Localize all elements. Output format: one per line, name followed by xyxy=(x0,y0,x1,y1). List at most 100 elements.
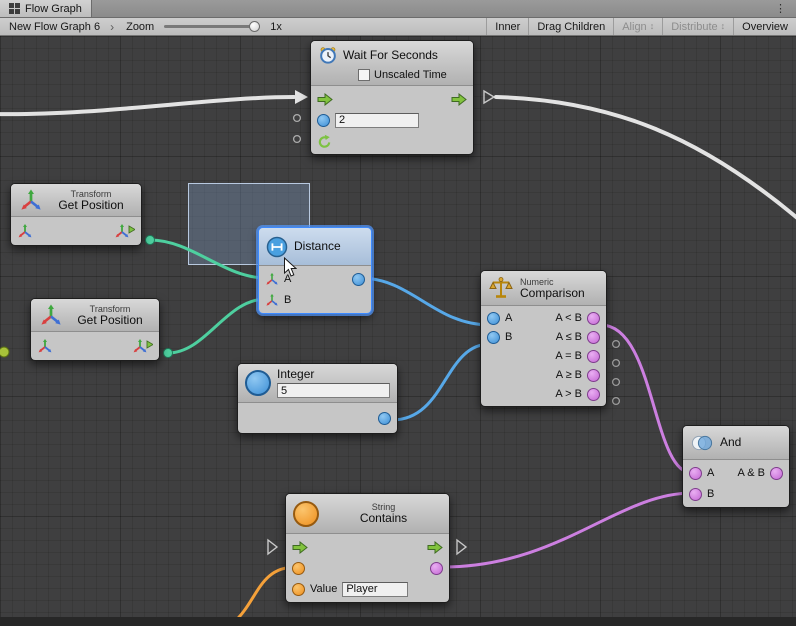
seconds-input[interactable] xyxy=(335,113,419,128)
flow-port-indicator xyxy=(457,540,466,554)
coroutine-loop-icon[interactable] xyxy=(317,134,332,149)
wire-position-to-distance-b[interactable] xyxy=(168,299,266,353)
seconds-row xyxy=(317,111,467,129)
integer-output-port[interactable] xyxy=(378,412,391,425)
node-get-position-top[interactable]: Transform Get Position xyxy=(10,183,142,246)
wire-flow-out[interactable] xyxy=(496,97,796,222)
node-category: Numeric xyxy=(520,277,585,287)
string-value-port[interactable] xyxy=(292,583,305,596)
tab-flow-graph[interactable]: Flow Graph xyxy=(0,0,92,17)
wire-endpoint xyxy=(164,349,173,358)
node-distance[interactable]: Distance A B xyxy=(258,227,372,314)
output-label: A ≤ B xyxy=(556,331,582,343)
output-label: A = B xyxy=(555,350,582,362)
align-button[interactable]: Align↕ xyxy=(613,18,662,35)
value-label: Value xyxy=(310,583,337,595)
zoom-slider[interactable] xyxy=(164,25,260,28)
breadcrumb-chevron-icon: › xyxy=(110,20,114,34)
clock-icon xyxy=(318,45,338,65)
input-row-a: A xyxy=(265,270,365,288)
node-title: Comparison xyxy=(520,287,585,300)
inner-button[interactable]: Inner xyxy=(486,18,528,35)
node-title: Distance xyxy=(294,240,341,253)
output-row xyxy=(244,407,391,429)
node-string-contains[interactable]: String Contains Value xyxy=(285,493,450,603)
window-titlebar: Flow Graph ⋮ xyxy=(0,0,796,18)
node-title: Integer xyxy=(277,368,390,381)
unconnected-port-indicator[interactable] xyxy=(613,379,620,386)
wire-distance-to-comparison-a[interactable] xyxy=(360,278,490,325)
node-and[interactable]: And A A & B B xyxy=(682,425,790,508)
integer-icon xyxy=(245,370,271,396)
flow-row xyxy=(292,538,443,556)
contains-result-port[interactable] xyxy=(430,562,443,575)
wire-endpoint xyxy=(146,236,155,245)
zoom-slider-thumb[interactable] xyxy=(249,21,260,32)
tab-menu-icon[interactable]: ⋮ xyxy=(766,0,796,17)
wire-position-to-distance-a[interactable] xyxy=(150,240,266,278)
and-row-b: B xyxy=(689,485,783,503)
comparison-input-b-port[interactable] xyxy=(487,331,500,344)
greater-than-output-port[interactable] xyxy=(587,388,600,401)
flow-out-port[interactable] xyxy=(427,541,443,554)
less-equal-output-port[interactable] xyxy=(587,331,600,344)
node-integer[interactable]: Integer xyxy=(237,363,398,434)
comparison-row-gt: A > B xyxy=(487,386,600,402)
wire-integer-to-comparison-b[interactable] xyxy=(392,344,490,420)
node-title: Contains xyxy=(360,512,407,525)
unconnected-port-indicator[interactable] xyxy=(613,341,620,348)
toolbar-left: New Flow Graph 6 › Zoom 1x xyxy=(0,18,486,35)
transform-input-port[interactable] xyxy=(37,338,53,354)
value-input[interactable] xyxy=(342,582,408,597)
and-input-b-port[interactable] xyxy=(689,488,702,501)
comparison-row-ge: A ≥ B xyxy=(487,367,600,383)
coroutine-row xyxy=(317,132,467,150)
vector-port-b[interactable] xyxy=(265,293,279,307)
node-title: Get Position xyxy=(58,199,123,212)
unconnected-port-indicator[interactable] xyxy=(613,398,620,405)
output-label: A > B xyxy=(555,388,582,400)
value-row: Value xyxy=(292,580,443,598)
comparison-input-a-port[interactable] xyxy=(487,312,500,325)
string-target-port[interactable] xyxy=(292,562,305,575)
breadcrumb[interactable]: New Flow Graph 6 xyxy=(5,21,104,33)
target-row xyxy=(292,559,443,577)
node-numeric-comparison[interactable]: Numeric Comparison A A < B B A ≤ B A xyxy=(480,270,607,407)
and-output-port[interactable] xyxy=(770,467,783,480)
position-output-port[interactable] xyxy=(114,223,135,239)
drag-children-button[interactable]: Drag Children xyxy=(528,18,613,35)
unconnected-port-indicator[interactable] xyxy=(294,136,301,143)
input-row-b: B xyxy=(265,291,365,309)
and-row-a: A A & B xyxy=(689,464,783,482)
comparison-row-le: B A ≤ B xyxy=(487,329,600,345)
edge-wire-endpoint[interactable] xyxy=(0,347,9,357)
flow-in-port[interactable] xyxy=(292,541,308,554)
zoom-label: Zoom xyxy=(126,21,154,33)
overview-button[interactable]: Overview xyxy=(733,18,796,35)
unconnected-port-indicator[interactable] xyxy=(613,360,620,367)
unconnected-port-indicator[interactable] xyxy=(294,115,301,122)
equal-output-port[interactable] xyxy=(587,350,600,363)
seconds-port[interactable] xyxy=(317,114,330,127)
flow-in-port[interactable] xyxy=(317,93,333,106)
less-than-output-port[interactable] xyxy=(587,312,600,325)
wire-flow-in[interactable] xyxy=(0,97,294,114)
node-wait-for-seconds[interactable]: Wait For Seconds Unscaled Time xyxy=(310,40,474,155)
integer-value-input[interactable] xyxy=(277,383,390,398)
greater-equal-output-port[interactable] xyxy=(587,369,600,382)
node-title: Get Position xyxy=(77,314,142,327)
distribute-button[interactable]: Distribute↕ xyxy=(662,18,733,35)
wire-contains-to-and-b[interactable] xyxy=(443,493,692,567)
and-input-a-port[interactable] xyxy=(689,467,702,480)
vector-port-a[interactable] xyxy=(265,272,279,286)
flow-out-port[interactable] xyxy=(451,93,467,106)
transform-input-port[interactable] xyxy=(17,223,33,239)
node-get-position-bottom[interactable]: Transform Get Position xyxy=(30,298,160,361)
sort-arrows-icon: ↕ xyxy=(650,22,655,31)
unscaled-time-checkbox[interactable] xyxy=(358,69,370,81)
position-output-port[interactable] xyxy=(132,338,153,354)
zoom-value: 1x xyxy=(270,21,282,33)
toolbar-right: Inner Drag Children Align↕ Distribute↕ O… xyxy=(486,18,796,35)
distance-output-port[interactable] xyxy=(352,273,365,286)
graph-canvas[interactable]: Wait For Seconds Unscaled Time xyxy=(0,36,796,617)
